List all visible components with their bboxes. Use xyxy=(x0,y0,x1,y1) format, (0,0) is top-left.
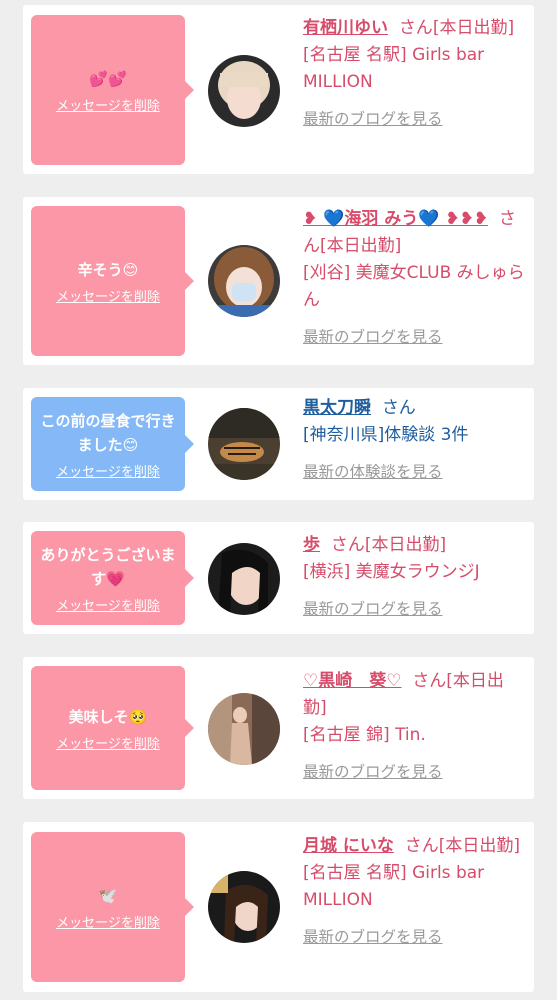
status-text: [本日出勤] xyxy=(438,836,520,856)
profile-name-link[interactable]: 有栖川ゆい xyxy=(303,18,388,38)
message-text: この前の昼食で行きました😊 xyxy=(40,411,176,454)
message-card: 💕💕 メッセージを削除 有栖川ゆい さん[本日出勤] [名古屋 名駅] Girl… xyxy=(23,5,534,174)
message-bubble: 辛そう😊 メッセージを削除 xyxy=(31,206,194,356)
message-bubble: この前の昼食で行きました😊 メッセージを削除 xyxy=(31,397,194,491)
delete-message-link[interactable]: メッセージを削除 xyxy=(56,461,160,480)
profile-name-link[interactable]: ♡黒崎 葵♡ xyxy=(303,671,401,691)
status-text: [本日出勤] xyxy=(364,535,447,555)
honorific: さん xyxy=(412,671,447,691)
latest-blog-link[interactable]: 最新のブログを見る xyxy=(303,759,525,786)
honorific: さん xyxy=(381,398,416,418)
latest-blog-link[interactable]: 最新のブログを見る xyxy=(303,924,525,951)
avatar[interactable] xyxy=(208,543,280,615)
message-bubble: ありがとうございます💗 メッセージを削除 xyxy=(31,531,194,625)
latest-blog-link[interactable]: 最新のブログを見る xyxy=(303,596,525,623)
delete-message-link[interactable]: メッセージを削除 xyxy=(56,595,160,614)
avatar[interactable] xyxy=(208,693,280,765)
honorific: さん xyxy=(398,18,433,38)
honorific: さん xyxy=(330,535,365,555)
message-text: 💕💕 xyxy=(89,69,127,88)
shop-name: [横浜] 美魔女ラウンジJ xyxy=(303,562,480,582)
profile-info: 歩 さん[本日出勤] [横浜] 美魔女ラウンジJ 最新のブログを見る xyxy=(303,532,525,623)
profile-name-link[interactable]: 黒太刀瞬 xyxy=(303,398,371,418)
message-card: 🕊️ メッセージを削除 月城 にいな さん[本日出勤] [名古屋 名駅] Gir… xyxy=(23,822,534,992)
message-card: 美味しそ🥺 メッセージを削除 ♡黒崎 葵♡ さん[本日出勤] [名古屋 錦] T… xyxy=(23,657,534,799)
profile-name-link[interactable]: 歩 xyxy=(303,535,320,555)
latest-blog-link[interactable]: 最新のブログを見る xyxy=(303,106,525,133)
message-text: 辛そう😊 xyxy=(77,260,139,279)
avatar[interactable] xyxy=(208,55,280,127)
delete-message-link[interactable]: メッセージを削除 xyxy=(56,95,160,114)
shop-name: [刈谷] 美魔女CLUB みしゅらん xyxy=(303,263,525,310)
avatar[interactable] xyxy=(208,408,280,480)
shop-name: [名古屋 名駅] Girls bar MILLION xyxy=(303,863,485,910)
honorific: さん xyxy=(404,836,439,856)
avatar[interactable] xyxy=(208,871,280,943)
message-card: この前の昼食で行きました😊 メッセージを削除 黒太刀瞬 さん [神奈川県]体験談… xyxy=(23,388,534,500)
delete-message-link[interactable]: メッセージを削除 xyxy=(56,912,160,931)
message-card: ありがとうございます💗 メッセージを削除 歩 さん[本日出勤] [横浜] 美魔女… xyxy=(23,522,534,634)
message-text: ありがとうございます💗 xyxy=(40,545,176,588)
profile-info: 有栖川ゆい さん[本日出勤] [名古屋 名駅] Girls bar MILLIO… xyxy=(303,15,525,133)
latest-review-link[interactable]: 最新の体験談を見る xyxy=(303,459,525,486)
profile-info: 黒太刀瞬 さん [神奈川県]体験談 3件 最新の体験談を見る xyxy=(303,395,525,486)
message-bubble: 🕊️ メッセージを削除 xyxy=(31,832,194,982)
shop-name: [神奈川県]体験談 3件 xyxy=(303,425,469,445)
status-text: [本日出勤] xyxy=(432,18,515,38)
delete-message-link[interactable]: メッセージを削除 xyxy=(56,733,160,752)
profile-info: 月城 にいな さん[本日出勤] [名古屋 名駅] Girls bar MILLI… xyxy=(303,833,525,951)
avatar[interactable] xyxy=(208,245,280,317)
message-bubble: 💕💕 メッセージを削除 xyxy=(31,15,194,165)
profile-info: ❥ 💙海羽 みう💙 ❥❥❥ さん[本日出勤] [刈谷] 美魔女CLUB みしゅら… xyxy=(303,206,525,351)
profile-info: ♡黒崎 葵♡ さん[本日出勤] [名古屋 錦] Tin. 最新のブログを見る xyxy=(303,668,525,786)
message-card: 辛そう😊 メッセージを削除 ❥ 💙海羽 みう💙 ❥❥❥ さん[本日出勤] [刈谷… xyxy=(23,197,534,365)
message-text: 美味しそ🥺 xyxy=(68,707,148,726)
delete-message-link[interactable]: メッセージを削除 xyxy=(56,286,160,305)
shop-name: [名古屋 錦] Tin. xyxy=(303,725,426,745)
profile-name-link[interactable]: 月城 にいな xyxy=(303,836,394,856)
message-text: 🕊️ xyxy=(98,886,118,905)
latest-blog-link[interactable]: 最新のブログを見る xyxy=(303,324,525,351)
profile-name-link[interactable]: ❥ 💙海羽 みう💙 ❥❥❥ xyxy=(303,209,488,229)
status-text: [本日出勤] xyxy=(320,236,402,256)
shop-name: [名古屋 名駅] Girls bar MILLION xyxy=(303,45,485,92)
message-bubble: 美味しそ🥺 メッセージを削除 xyxy=(31,666,194,790)
